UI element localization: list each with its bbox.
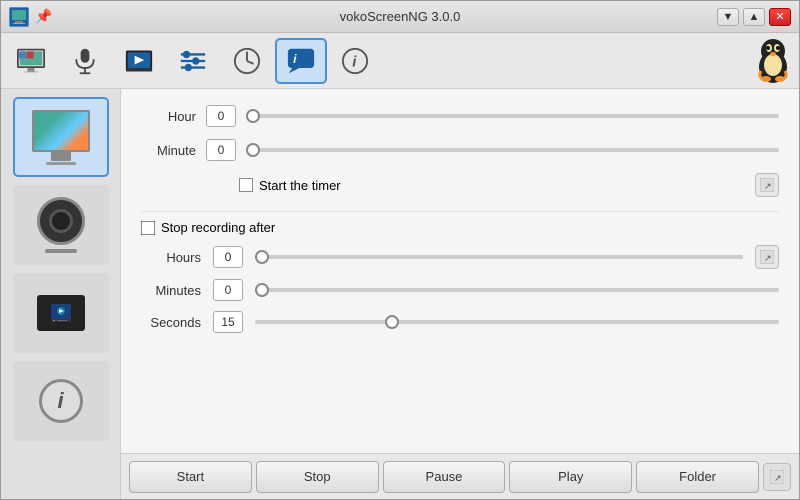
start-timer-label: Start the timer <box>259 178 341 193</box>
svg-text:i: i <box>293 51 297 65</box>
minute-slider-container <box>246 141 779 159</box>
minute-row: Minute 0 <box>141 139 779 161</box>
timer-panel: Hour 0 Minute 0 Start the <box>121 89 799 453</box>
content-area: i Hour 0 Minute 0 <box>1 89 799 499</box>
toolbar-screen-btn[interactable] <box>5 38 57 84</box>
maximize-button[interactable]: ▲ <box>743 8 765 26</box>
toolbar-info-btn[interactable]: i <box>329 38 381 84</box>
info-icon: i <box>39 379 83 423</box>
timer-info-btn[interactable]: ↗ <box>755 173 779 197</box>
divider <box>141 211 779 212</box>
hour-row: Hour 0 <box>141 105 779 127</box>
main-window: 📌 vokoScreenNG 3.0.0 ▼ ▲ ✕ <box>0 0 800 500</box>
sidebar-item-player[interactable] <box>13 273 109 353</box>
folder-button[interactable]: Folder <box>636 461 759 493</box>
window-title: vokoScreenNG 3.0.0 <box>340 9 461 24</box>
hours-label: Hours <box>141 250 201 265</box>
pause-button[interactable]: Pause <box>383 461 506 493</box>
stop-recording-section: Stop recording after Hours 0 ↗ <box>141 220 779 333</box>
minutes-slider-container <box>255 281 779 299</box>
sidebar: i <box>1 89 121 499</box>
webcam-lens <box>49 209 73 233</box>
svg-text:i: i <box>352 53 357 70</box>
minute-label: Minute <box>141 143 196 158</box>
app-icon <box>9 7 29 27</box>
linux-penguin-icon <box>751 39 795 83</box>
minutes-row: Minutes 0 <box>141 279 779 301</box>
stop-recording-label: Stop recording after <box>161 220 275 235</box>
minute-slider[interactable] <box>246 148 779 152</box>
hours-value[interactable]: 0 <box>213 246 243 268</box>
screen-capture-icon <box>17 47 45 75</box>
window-controls: ▼ ▲ ✕ <box>717 8 791 26</box>
seconds-label: Seconds <box>141 315 201 330</box>
sidebar-item-info[interactable]: i <box>13 361 109 441</box>
svg-text:↗: ↗ <box>764 253 772 263</box>
clock-icon <box>233 47 261 75</box>
toolbar-player-btn[interactable] <box>113 38 165 84</box>
player-thumbnail <box>37 295 85 331</box>
footer-bar: Start Stop Pause Play Folder ↗ <box>121 453 799 499</box>
settings-sliders-icon <box>179 47 207 75</box>
microphone-icon <box>71 47 99 75</box>
hours-slider-container <box>255 248 743 266</box>
screen-thumbnail <box>32 110 90 152</box>
seconds-slider-container <box>255 313 779 331</box>
svg-text:↗: ↗ <box>764 181 772 191</box>
toolbar-timer-btn[interactable] <box>221 38 273 84</box>
toolbar-settings-btn[interactable] <box>167 38 219 84</box>
hour-value[interactable]: 0 <box>206 105 236 127</box>
hour-slider-container <box>246 107 779 125</box>
hours-info-btn[interactable]: ↗ <box>755 245 779 269</box>
toolbar-audio-btn[interactable] <box>59 38 111 84</box>
stop-button[interactable]: Stop <box>256 461 379 493</box>
toolbar: i i <box>1 33 799 89</box>
toolbar-chat-btn[interactable]: i <box>275 38 327 84</box>
minutes-label: Minutes <box>141 283 201 298</box>
pin-button[interactable]: 📌 <box>35 8 52 25</box>
start-timer-checkbox[interactable] <box>239 178 253 192</box>
seconds-value[interactable]: 15 <box>213 311 243 333</box>
minute-value[interactable]: 0 <box>206 139 236 161</box>
main-panel: Hour 0 Minute 0 Start the <box>121 89 799 499</box>
seconds-slider[interactable] <box>255 320 779 324</box>
footer-info-btn[interactable]: ↗ <box>763 463 791 491</box>
close-button[interactable]: ✕ <box>769 8 791 26</box>
hour-slider[interactable] <box>246 114 779 118</box>
seconds-row: Seconds 15 <box>141 311 779 333</box>
hour-label: Hour <box>141 109 196 124</box>
play-button[interactable]: Play <box>509 461 632 493</box>
titlebar-left: 📌 <box>9 7 52 27</box>
hours-row: Hours 0 ↗ <box>141 245 779 269</box>
sidebar-item-webcam[interactable] <box>13 185 109 265</box>
minimize-button[interactable]: ▼ <box>717 8 739 26</box>
sidebar-item-screen[interactable] <box>13 97 109 177</box>
start-button[interactable]: Start <box>129 461 252 493</box>
chat-icon: i <box>287 47 315 75</box>
minutes-slider[interactable] <box>255 288 779 292</box>
minutes-value[interactable]: 0 <box>213 279 243 301</box>
info-circle-icon: i <box>341 47 369 75</box>
titlebar: 📌 vokoScreenNG 3.0.0 ▼ ▲ ✕ <box>1 1 799 33</box>
svg-text:↗: ↗ <box>774 473 782 483</box>
player-icon <box>125 47 153 75</box>
stop-recording-checkbox[interactable] <box>141 221 155 235</box>
webcam-thumbnail <box>37 197 85 245</box>
hours-slider[interactable] <box>255 255 743 259</box>
